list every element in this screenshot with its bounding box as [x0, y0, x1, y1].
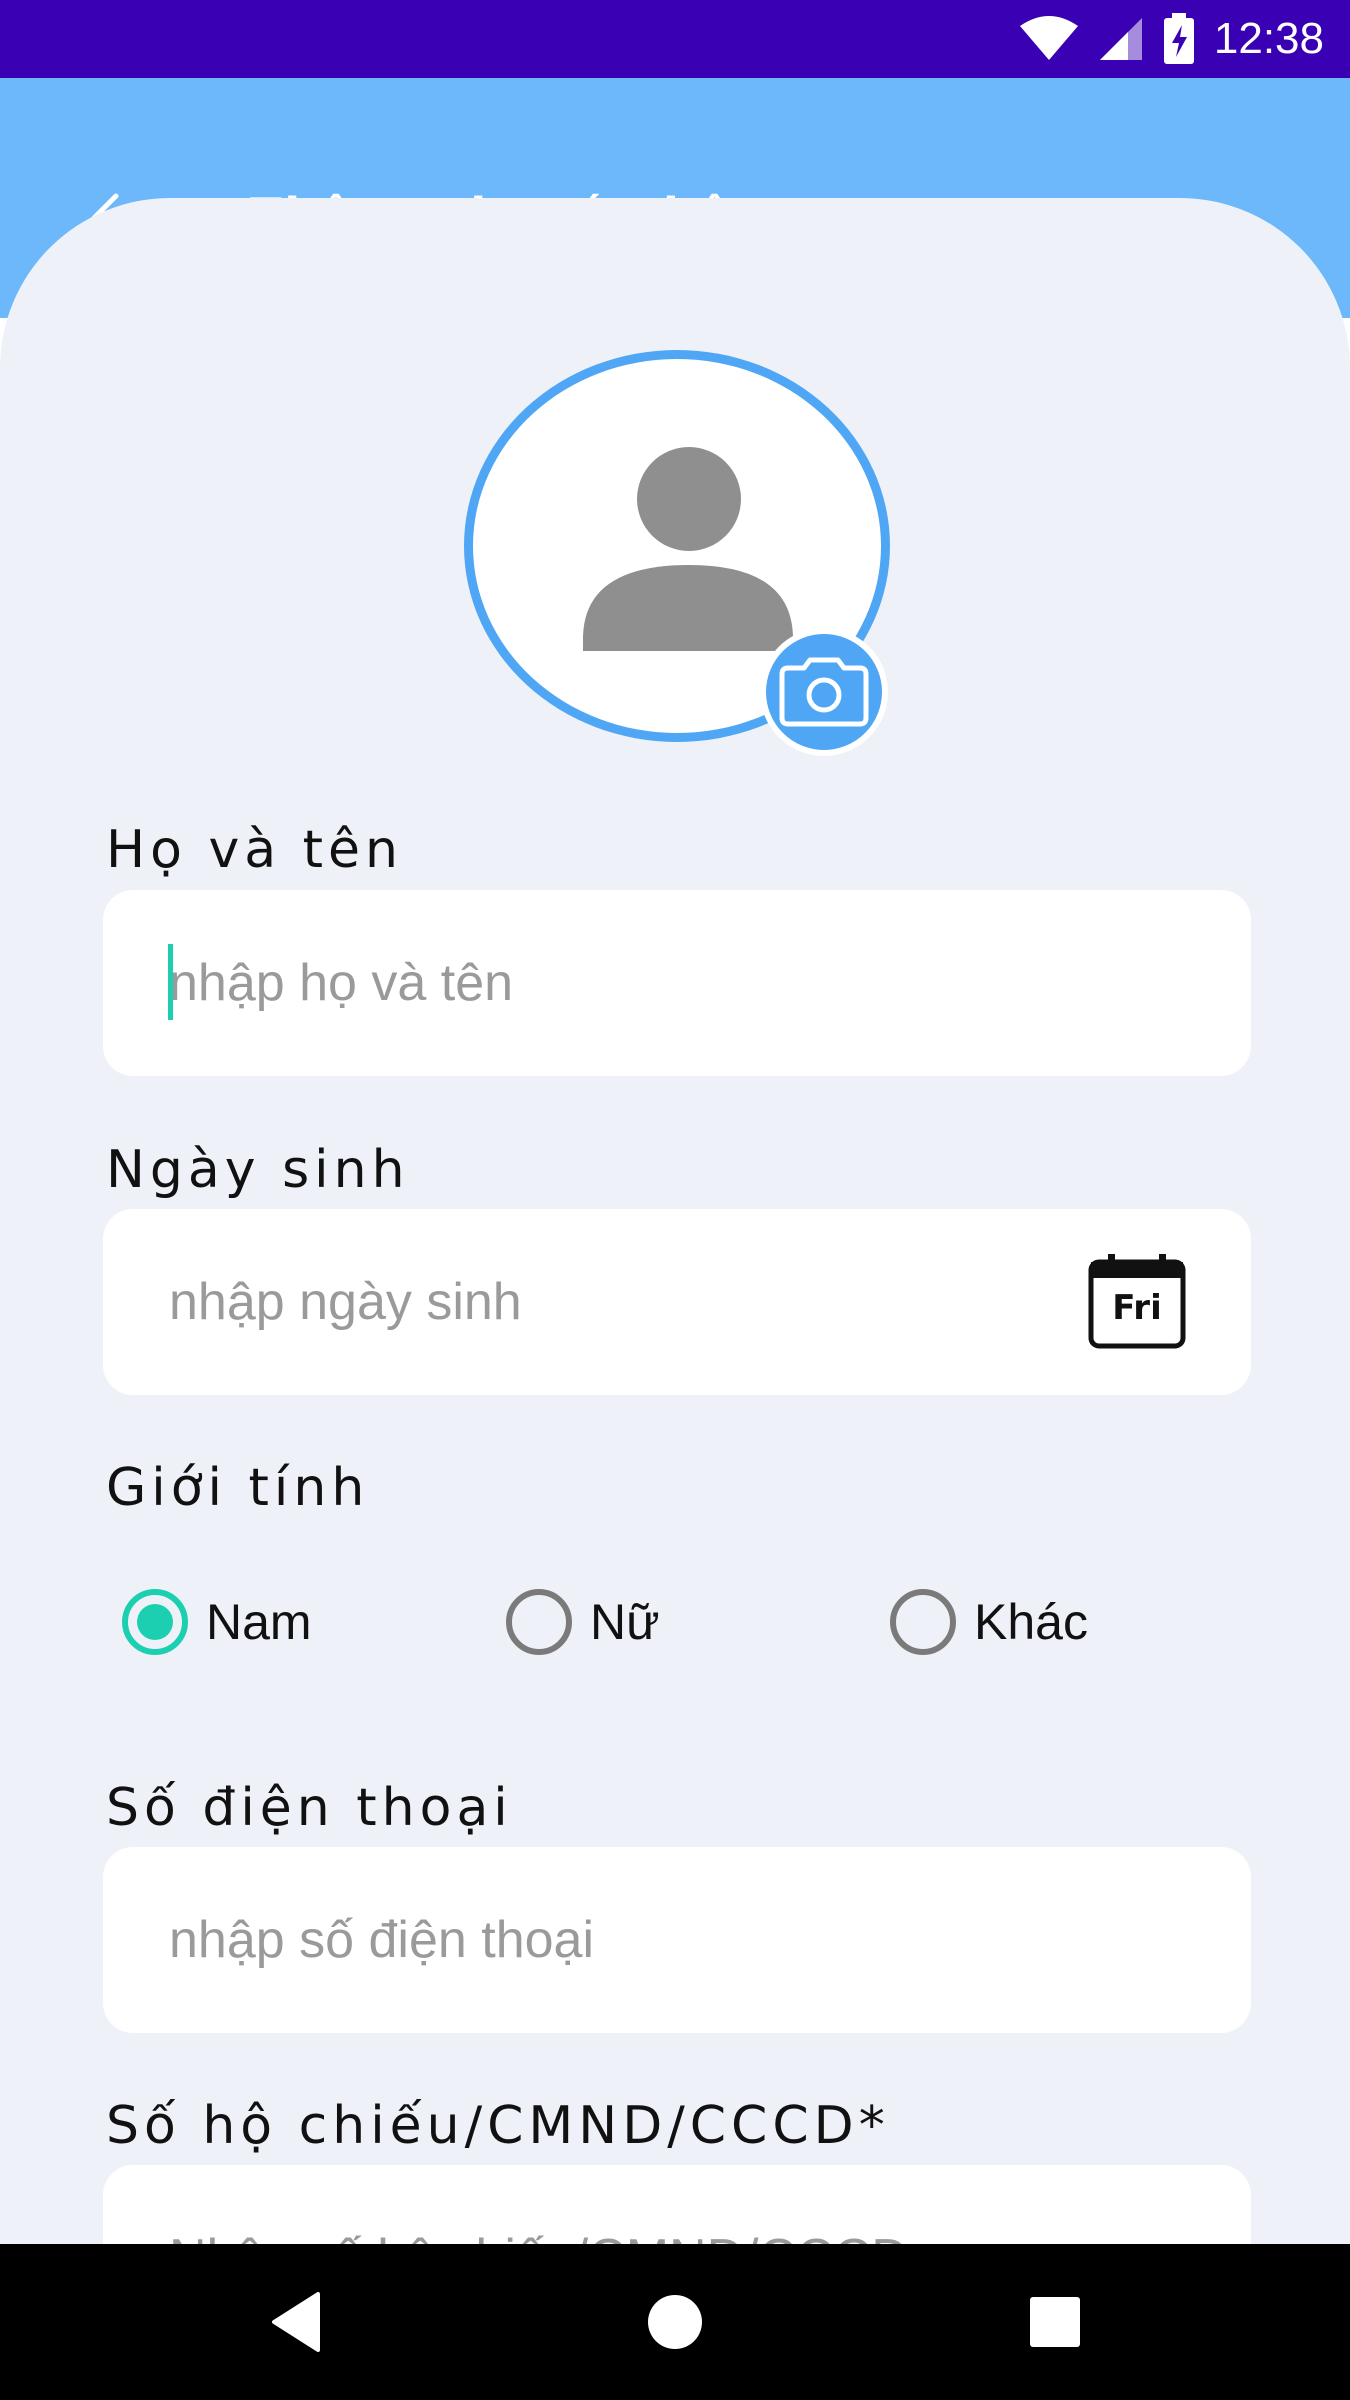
battery-charging-icon: [1163, 13, 1194, 64]
gender-option-label: Khác: [974, 1594, 1088, 1650]
phone-field-box: [103, 1847, 1251, 2033]
gender-option-khac[interactable]: Khác: [890, 1582, 1088, 1662]
camera-icon: [779, 657, 869, 727]
status-bar: 12:38: [0, 0, 1350, 78]
radio-button[interactable]: [506, 1589, 572, 1655]
radio-button[interactable]: [890, 1589, 956, 1655]
gender-option-label: Nữ: [590, 1594, 660, 1650]
nav-recents-button[interactable]: [977, 2244, 1133, 2400]
home-circle-icon: [648, 2295, 702, 2349]
signal-icon: [1099, 18, 1142, 60]
full-name-label: Họ và tên: [106, 820, 403, 880]
radio-button-checked[interactable]: [122, 1589, 188, 1655]
full-name-input[interactable]: [169, 890, 1129, 1076]
gender-option-label: Nam: [206, 1594, 312, 1650]
text-cursor: [168, 944, 173, 1020]
calendar-button[interactable]: Fri: [1088, 1252, 1186, 1350]
radio-dot: [137, 1604, 173, 1640]
gender-option-nam[interactable]: Nam: [122, 1582, 312, 1662]
back-triangle-icon: [272, 2292, 320, 2352]
birth-date-label: Ngày sinh: [106, 1140, 410, 1200]
change-avatar-button[interactable]: [760, 628, 888, 756]
wifi-icon: [1019, 16, 1078, 60]
gender-option-nu[interactable]: Nữ: [506, 1582, 660, 1662]
id-number-label: Số hộ chiếu/CMND/CCCD*: [106, 2096, 890, 2156]
full-name-field-box: [103, 890, 1251, 1076]
calendar-day-label: Fri: [1112, 1288, 1162, 1328]
status-icons: 12:38: [1018, 0, 1324, 78]
phone-label: Số điện thoại: [106, 1778, 513, 1838]
gender-label: Giới tính: [106, 1458, 370, 1518]
birth-date-input[interactable]: [169, 1209, 1069, 1395]
nav-back-button[interactable]: [218, 2244, 374, 2400]
nav-home-button[interactable]: [597, 2244, 753, 2400]
status-time: 12:38: [1213, 14, 1324, 63]
recents-square-icon: [1030, 2297, 1080, 2347]
navigation-bar: [0, 2244, 1350, 2400]
birth-date-field-box: [103, 1209, 1251, 1395]
phone-input[interactable]: [169, 1847, 1129, 2033]
